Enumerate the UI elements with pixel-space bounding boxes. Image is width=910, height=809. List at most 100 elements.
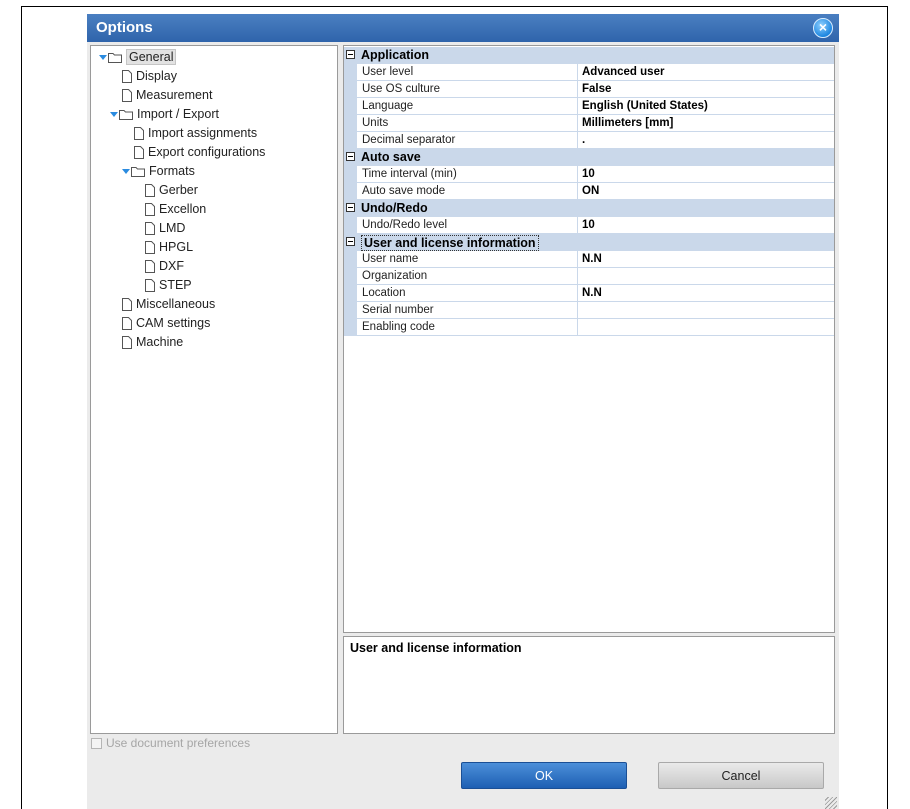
- property-value[interactable]: Advanced user: [578, 64, 834, 81]
- tree-item-import-assignments[interactable]: Import assignments: [134, 124, 257, 143]
- property-row-units[interactable]: Units Millimeters [mm]: [344, 115, 834, 132]
- tree-item-formats[interactable]: Formats: [122, 162, 195, 181]
- category-label: User and license information: [361, 235, 539, 251]
- property-value[interactable]: .: [578, 132, 834, 149]
- row-gutter: [344, 183, 357, 200]
- page-icon: [122, 70, 132, 84]
- property-value[interactable]: 10: [578, 166, 834, 183]
- row-gutter: [344, 302, 357, 319]
- category-user-license[interactable]: User and license information: [344, 234, 834, 251]
- page-icon: [145, 222, 155, 236]
- property-value[interactable]: False: [578, 81, 834, 98]
- property-value[interactable]: [578, 268, 834, 285]
- property-value[interactable]: [578, 302, 834, 319]
- property-name: Decimal separator: [357, 132, 578, 149]
- property-row-use-os-culture[interactable]: Use OS culture False: [344, 81, 834, 98]
- page-icon: [122, 317, 132, 331]
- row-gutter: [344, 115, 357, 132]
- tree-item-general[interactable]: General: [99, 48, 177, 67]
- tree-item-label: CAM settings: [136, 316, 211, 330]
- property-name: User name: [357, 251, 578, 268]
- tree-item-lmd[interactable]: LMD: [145, 219, 185, 238]
- property-value[interactable]: 10: [578, 217, 834, 234]
- tree-item-dxf[interactable]: DXF: [145, 257, 184, 276]
- property-value[interactable]: Millimeters [mm]: [578, 115, 834, 132]
- page-icon: [145, 184, 155, 198]
- description-panel: User and license information: [343, 636, 835, 734]
- property-row-user-level[interactable]: User level Advanced user: [344, 64, 834, 81]
- close-icon[interactable]: ×: [813, 18, 833, 38]
- property-value[interactable]: ON: [578, 183, 834, 200]
- description-text: User and license information: [350, 641, 522, 655]
- property-row-serial-number[interactable]: Serial number: [344, 302, 834, 319]
- options-dialog: Options × General Display Measurement Im…: [87, 14, 839, 809]
- row-gutter: [344, 285, 357, 302]
- tree-item-gerber[interactable]: Gerber: [145, 181, 198, 200]
- tree-item-export-configurations[interactable]: Export configurations: [134, 143, 265, 162]
- property-grid: Application User level Advanced user Use…: [343, 45, 835, 633]
- expand-arrow-icon[interactable]: [99, 55, 107, 61]
- tree-item-step[interactable]: STEP: [145, 276, 192, 295]
- expand-arrow-icon[interactable]: [122, 169, 130, 175]
- category-auto-save[interactable]: Auto save: [344, 149, 834, 166]
- tree-item-label: Export configurations: [148, 145, 266, 159]
- collapse-icon[interactable]: [346, 152, 355, 161]
- category-label: Undo/Redo: [361, 201, 428, 215]
- ok-button[interactable]: OK: [461, 762, 627, 789]
- cancel-button[interactable]: Cancel: [658, 762, 824, 789]
- property-row-user-name[interactable]: User name N.N: [344, 251, 834, 268]
- property-name: Language: [357, 98, 578, 115]
- tree-item-display[interactable]: Display: [122, 67, 177, 86]
- property-name: User level: [357, 64, 578, 81]
- tree-item-import-export[interactable]: Import / Export: [110, 105, 219, 124]
- property-value[interactable]: N.N: [578, 285, 834, 302]
- tree-item-cam-settings[interactable]: CAM settings: [122, 314, 210, 333]
- row-gutter: [344, 319, 357, 336]
- window-title: Options: [96, 19, 153, 36]
- expand-arrow-icon[interactable]: [110, 112, 118, 118]
- tree-item-measurement[interactable]: Measurement: [122, 86, 212, 105]
- property-row-enabling-code[interactable]: Enabling code: [344, 319, 834, 336]
- property-name: Location: [357, 285, 578, 302]
- collapse-icon[interactable]: [346, 203, 355, 212]
- row-gutter: [344, 81, 357, 98]
- property-name: Use OS culture: [357, 81, 578, 98]
- resize-grip-icon[interactable]: [825, 797, 837, 809]
- property-row-decimal-separator[interactable]: Decimal separator .: [344, 132, 834, 149]
- page-icon: [134, 127, 144, 141]
- tree-item-label: Gerber: [159, 183, 198, 197]
- property-value[interactable]: N.N: [578, 251, 834, 268]
- page-icon: [145, 260, 155, 274]
- property-row-organization[interactable]: Organization: [344, 268, 834, 285]
- collapse-icon[interactable]: [346, 237, 355, 246]
- collapse-icon[interactable]: [346, 50, 355, 59]
- property-row-time-interval[interactable]: Time interval (min) 10: [344, 166, 834, 183]
- tree-item-excellon[interactable]: Excellon: [145, 200, 206, 219]
- property-row-location[interactable]: Location N.N: [344, 285, 834, 302]
- options-tree: General Display Measurement Import / Exp…: [90, 45, 338, 734]
- folder-icon: [119, 110, 133, 121]
- property-row-auto-save-mode[interactable]: Auto save mode ON: [344, 183, 834, 200]
- title-bar[interactable]: Options ×: [87, 14, 839, 42]
- use-document-preferences-checkbox[interactable]: Use document preferences: [91, 734, 250, 752]
- property-value[interactable]: English (United States): [578, 98, 834, 115]
- property-name: Units: [357, 115, 578, 132]
- tree-item-label: Measurement: [136, 88, 213, 102]
- checkbox-label: Use document preferences: [106, 736, 251, 750]
- property-value[interactable]: [578, 319, 834, 336]
- row-gutter: [344, 217, 357, 234]
- property-name: Organization: [357, 268, 578, 285]
- category-label: Application: [361, 48, 430, 62]
- tree-item-miscellaneous[interactable]: Miscellaneous: [122, 295, 215, 314]
- property-row-language[interactable]: Language English (United States): [344, 98, 834, 115]
- category-undo-redo[interactable]: Undo/Redo: [344, 200, 834, 217]
- tree-item-hpgl[interactable]: HPGL: [145, 238, 193, 257]
- tree-item-machine[interactable]: Machine: [122, 333, 183, 352]
- page-icon: [122, 89, 132, 103]
- category-application[interactable]: Application: [344, 47, 834, 64]
- tree-item-label: Display: [136, 69, 177, 83]
- property-row-undo-redo-level[interactable]: Undo/Redo level 10: [344, 217, 834, 234]
- row-gutter: [344, 166, 357, 183]
- checkbox-box[interactable]: [91, 738, 102, 750]
- page-icon: [134, 146, 144, 160]
